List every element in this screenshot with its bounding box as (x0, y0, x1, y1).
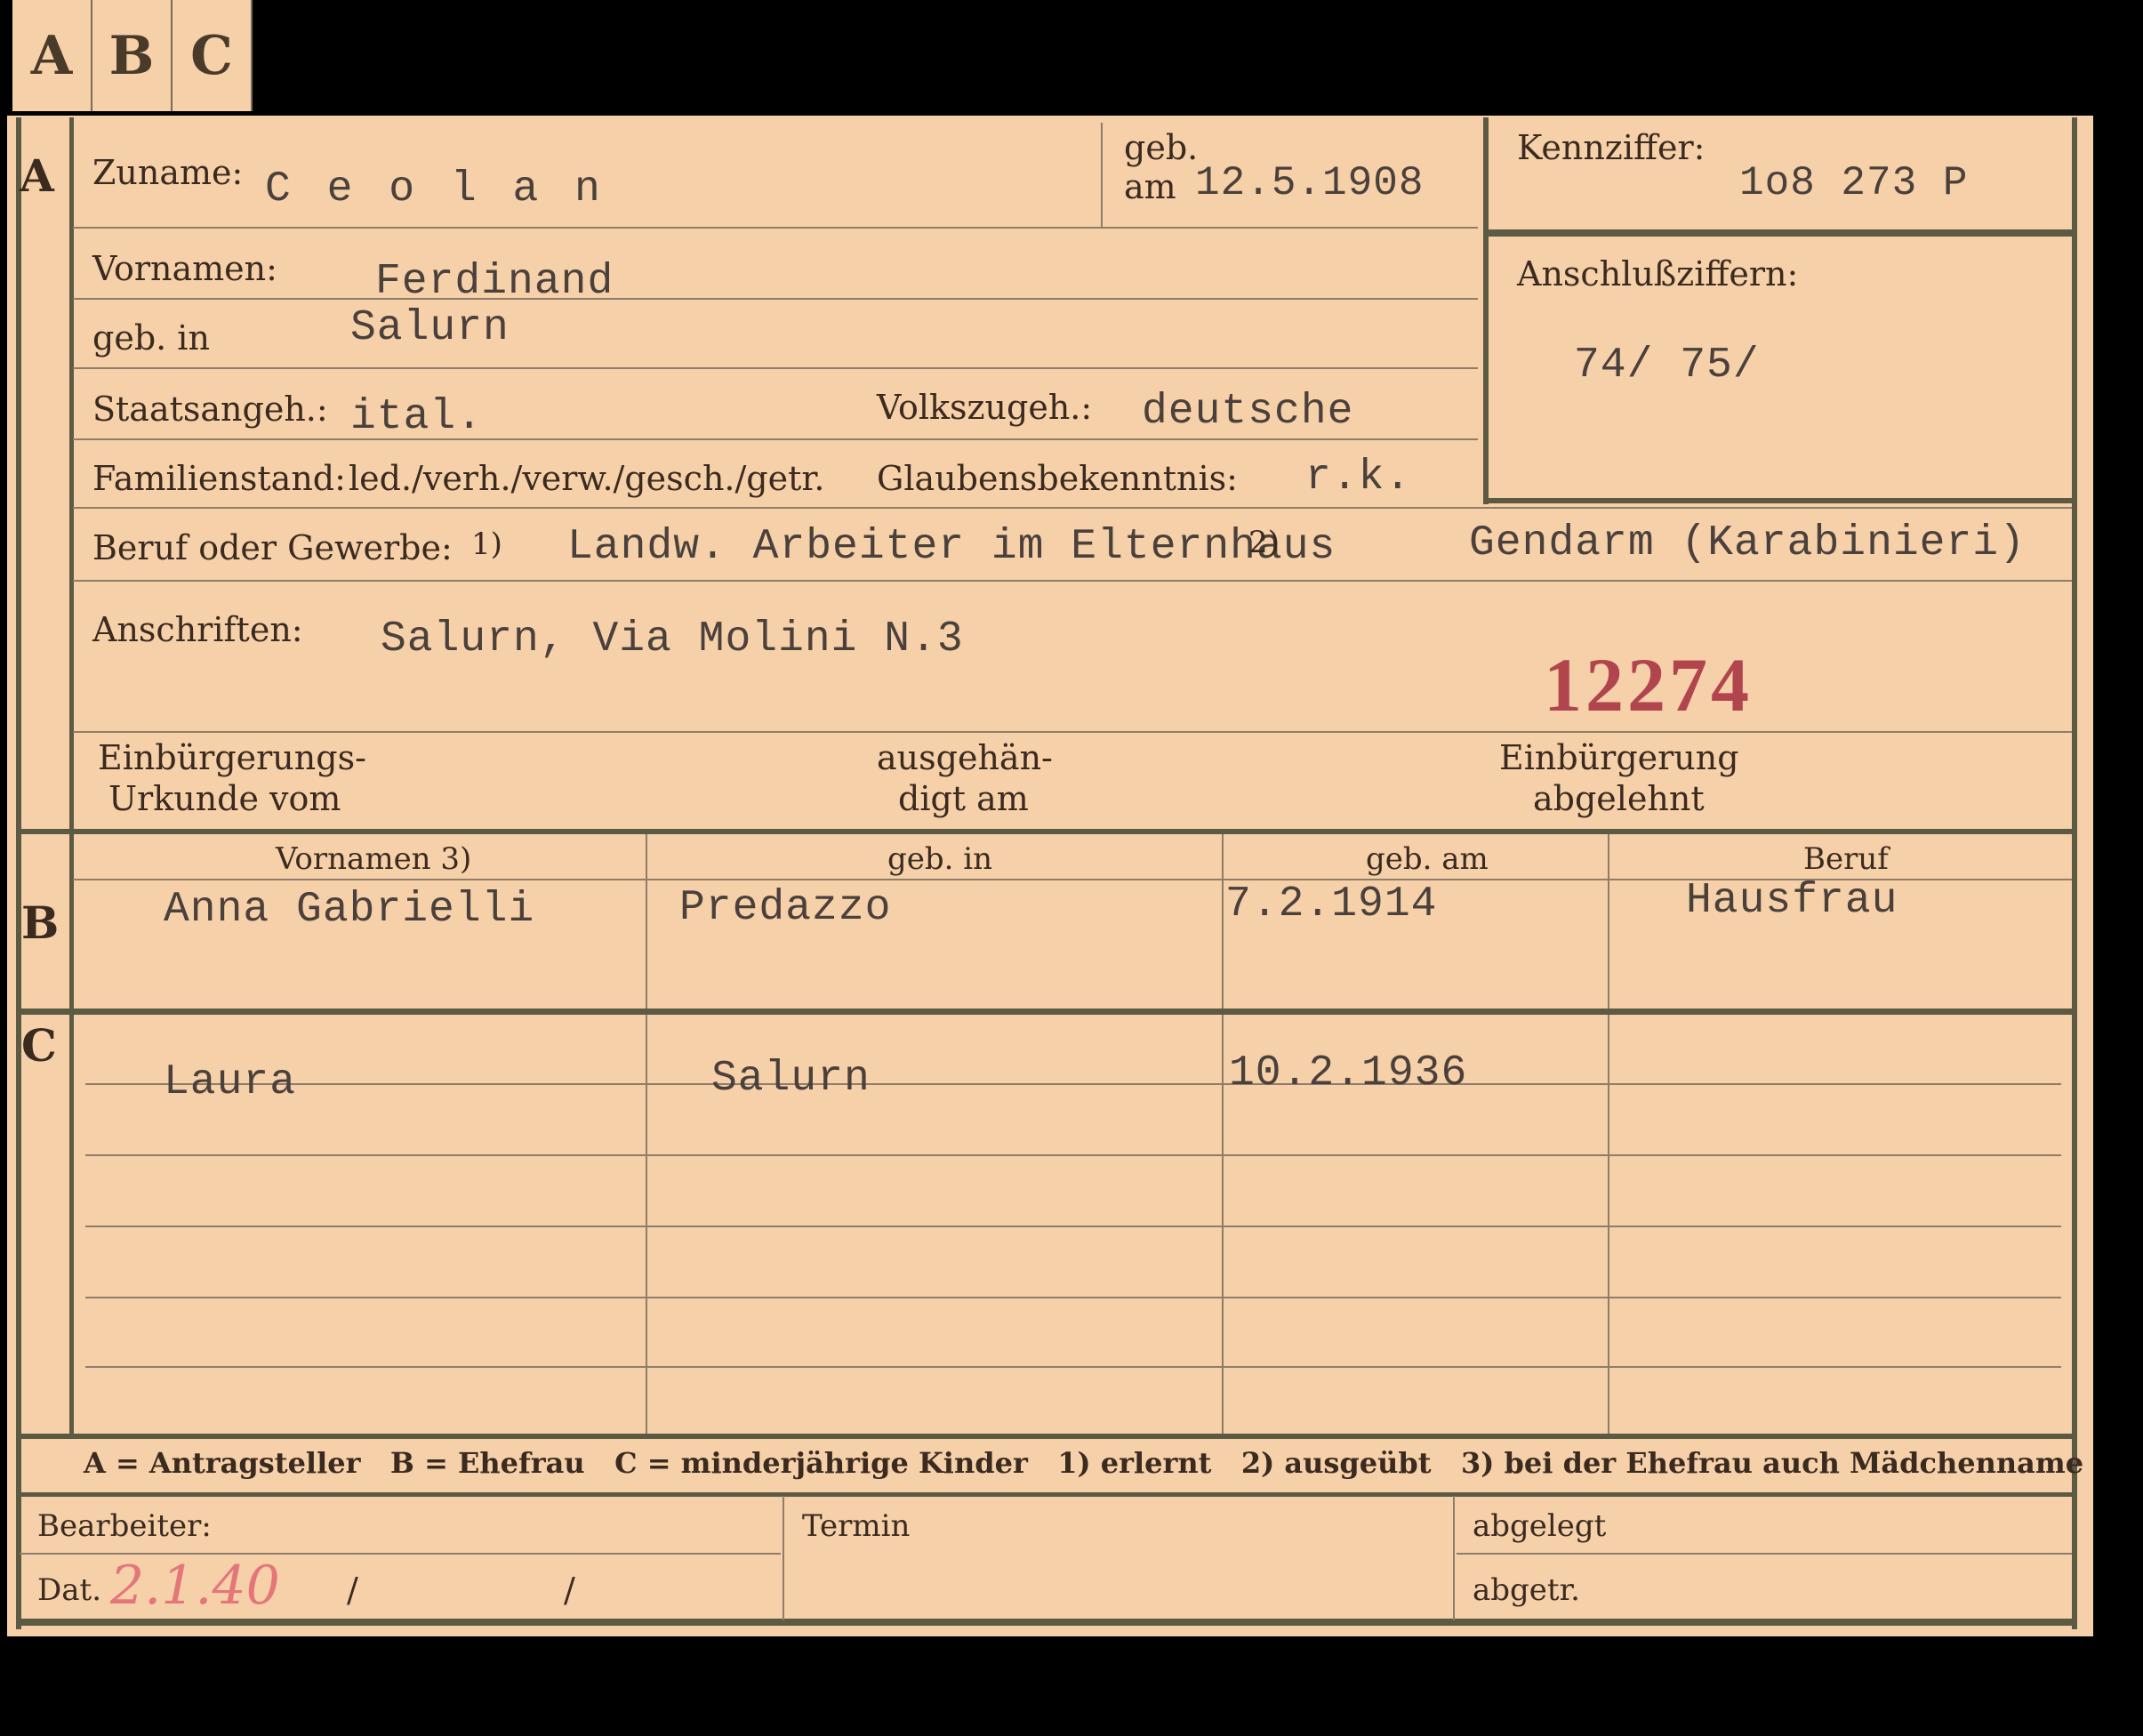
left-border (16, 117, 21, 1629)
tab-a: A (12, 0, 92, 111)
date-value: 2.1.40 (110, 1555, 280, 1617)
footer-divider (783, 1496, 784, 1620)
date-label: Dat. (37, 1572, 102, 1608)
occupation-note: 1) (471, 526, 502, 562)
section-mark-a: A (20, 149, 54, 202)
child-dob: 10.2.1936 (1229, 1049, 1468, 1097)
citizenship-label: Staatsangeh.: (92, 390, 328, 429)
rule (73, 367, 1478, 369)
row-rule (85, 1083, 2061, 1085)
rule (73, 580, 2072, 582)
rule (73, 507, 2072, 509)
tab-a-letter: A (30, 25, 73, 87)
wife-birthplace: Predazzo (679, 884, 892, 932)
id-box-bottom (1487, 498, 2072, 503)
handed-line1: ausgehän- (877, 738, 1053, 777)
wife-occupation: Hausfrau (1686, 877, 1898, 925)
header-occupation: Beruf (1803, 841, 1889, 877)
tab-c: C (173, 0, 253, 111)
ethnicity-value: deutsche (1142, 388, 1354, 436)
tab-b: B (92, 0, 173, 111)
rule (73, 227, 1478, 229)
footer-divider (1453, 1496, 1455, 1620)
handed-line2: digt am (898, 779, 1029, 818)
surname-value: C e o l a n (265, 165, 606, 213)
header-firstnames: Vornamen 3) (276, 841, 472, 877)
rejected-line1: Einbürgerung (1499, 738, 1739, 777)
occupation-learned: Landw. Arbeiter im Elternhaus (567, 523, 1336, 571)
rule (73, 298, 1478, 300)
address-label: Anschriften: (92, 610, 303, 649)
date-slash-2: / (564, 1571, 575, 1610)
bottom-border (16, 1619, 2077, 1626)
filed-label: abgelegt (1473, 1508, 1607, 1544)
child-name: Laura (164, 1058, 297, 1106)
id-label: Kennziffer: (1517, 128, 1706, 167)
rule (73, 731, 2072, 733)
wife-dob: 7.2.1914 (1225, 880, 1438, 928)
col-divider (1222, 834, 1224, 1434)
dob-value: 12.5.1908 (1195, 160, 1425, 206)
section-mark-b: B (21, 896, 60, 949)
naturalization-doc-line1: Einbürgerungs- (98, 738, 366, 777)
dob-divider (1101, 123, 1103, 228)
col-divider (1608, 834, 1609, 1434)
section-rule (16, 1009, 2075, 1015)
address-value: Salurn, Via Molini N.3 (381, 615, 964, 663)
firstnames-value: Ferdinand (375, 258, 614, 306)
row-rule (85, 1366, 2061, 1368)
birthplace-label: geb. in (92, 318, 210, 358)
col-divider (646, 834, 647, 1434)
tab-b-letter: B (108, 25, 155, 87)
dob-label-2: am (1124, 167, 1176, 206)
row-rule (85, 1297, 2061, 1298)
right-border (2072, 117, 2077, 1629)
ethnicity-label: Volkszugeh.: (877, 388, 1093, 427)
footer-rule (1457, 1553, 2072, 1555)
marital-label: Familienstand: (92, 459, 346, 498)
row-rule (85, 1154, 2061, 1156)
occupation-marker: 2) (1248, 525, 1280, 560)
id-box-rule (1487, 229, 2072, 237)
header-dob: geb. am (1366, 841, 1489, 877)
dob-label-1: geb. (1124, 128, 1199, 167)
firstnames-label: Vornamen: (92, 249, 277, 288)
section-mark-c: C (21, 1019, 57, 1072)
rule (73, 438, 1478, 440)
legend-rule-bottom (16, 1492, 2075, 1497)
surname-label: Zuname: (92, 153, 244, 192)
id-box (1483, 117, 1489, 504)
term-label: Termin (802, 1508, 911, 1544)
section-divider-left (69, 117, 74, 1434)
join-label: Anschlußziffern: (1517, 254, 1799, 293)
religion-value: r.k. (1305, 454, 1412, 502)
clerk-label: Bearbeiter: (37, 1508, 212, 1544)
rejected-line2: abgelehnt (1533, 779, 1705, 818)
join-values: 74/ 75/ (1574, 342, 1760, 390)
marital-options: led./verh./verw./gesch./getr. (349, 459, 825, 498)
religion-label: Glaubensbekenntnis: (877, 459, 1238, 498)
legend-rule-top (16, 1434, 2075, 1439)
id-value: 1o8 273 P (1739, 160, 1969, 206)
occupation-label: Beruf oder Gewerbe: (92, 528, 453, 567)
header-birthplace: geb. in (887, 841, 993, 877)
naturalization-doc-line2: Urkunde vom (108, 779, 341, 818)
tab-c-letter: C (190, 25, 233, 87)
occupation-practiced: Gendarm (Karabinieri) (1469, 519, 2026, 567)
stamp-number: 12274 (1544, 642, 1753, 727)
birthplace-value: Salurn (350, 304, 510, 352)
ceded-label: abgetr. (1473, 1572, 1580, 1608)
citizenship-value: ital. (350, 393, 484, 441)
legend: A = Antragsteller B = Ehefrau C = minder… (84, 1446, 2084, 1480)
rule (16, 829, 2075, 834)
date-slash-1: / (347, 1571, 358, 1610)
row-rule (85, 1226, 2061, 1227)
child-birthplace: Salurn (711, 1055, 871, 1103)
wife-name: Anna Gabrielli (164, 886, 535, 934)
